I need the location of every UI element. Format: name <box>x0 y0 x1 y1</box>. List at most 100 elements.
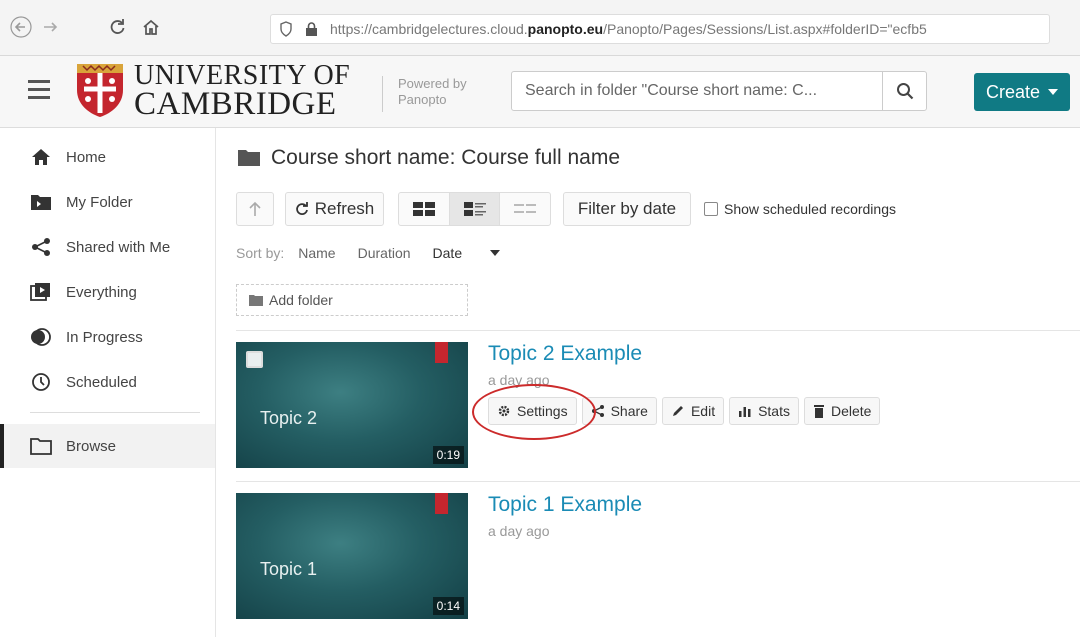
view-grid-button[interactable] <box>399 193 450 225</box>
sidebar-item-browse[interactable]: Browse <box>0 424 215 468</box>
header-divider <box>382 76 383 112</box>
sidebar-item-shared[interactable]: Shared with Me <box>0 225 215 269</box>
home-icon <box>30 146 52 168</box>
arrow-up-icon <box>249 201 261 216</box>
sort-date-label: Date <box>432 245 463 261</box>
sidebar-item-label: Shared with Me <box>66 238 171 256</box>
add-folder-icon <box>249 294 263 306</box>
select-checkbox[interactable] <box>246 351 263 368</box>
sidebar-item-label: In Progress <box>66 328 143 346</box>
session-thumbnail[interactable]: Topic 1 0:14 <box>236 493 468 619</box>
refresh-icon <box>295 202 308 215</box>
add-folder-button[interactable]: Add folder <box>236 284 468 316</box>
edit-button[interactable]: Edit <box>661 397 725 425</box>
session-thumbnail[interactable]: Topic 2 0:19 <box>236 342 468 468</box>
search-button[interactable] <box>882 72 926 110</box>
session-row: Topic 1 0:14 Topic 1 Example a day ago <box>236 493 1080 621</box>
list-view-icon <box>514 204 537 213</box>
filter-label: Filter by date <box>577 199 677 218</box>
pencil-icon <box>672 406 683 416</box>
powered-line2: Panopto <box>398 92 447 107</box>
session-date: a day ago <box>488 523 550 539</box>
view-toggle <box>398 192 551 226</box>
folder-icon <box>237 149 261 167</box>
grid-view-icon <box>412 202 435 216</box>
sort-bar: Sort by: Name Duration Date <box>236 245 544 261</box>
home-page-button[interactable] <box>138 14 164 40</box>
lock-icon <box>305 21 318 37</box>
show-scheduled-checkbox[interactable] <box>704 202 718 216</box>
university-logo[interactable]: UNIVERSITY OF CAMBRIDGE <box>74 61 350 122</box>
sort-name-link[interactable]: Name <box>298 245 335 261</box>
delete-button[interactable]: Delete <box>803 397 881 425</box>
sidebar-item-my-folder[interactable]: My Folder <box>0 180 215 224</box>
list-divider <box>236 481 1080 482</box>
sidebar: Home My Folder Shared with Me Everything… <box>0 128 216 637</box>
share-button[interactable]: Share <box>581 397 657 425</box>
bar-chart-icon <box>739 407 751 417</box>
stats-label: Stats <box>758 403 790 419</box>
sort-duration-link[interactable]: Duration <box>358 245 411 261</box>
session-title-link[interactable]: Topic 2 Example <box>488 342 642 366</box>
in-progress-icon <box>30 326 52 348</box>
sidebar-divider <box>30 412 200 413</box>
sidebar-item-label: Everything <box>66 283 137 301</box>
folder-title-text: Course short name: Course full name <box>271 146 620 169</box>
powered-line1: Powered by <box>398 76 467 91</box>
reload-button[interactable] <box>104 14 130 40</box>
stats-button[interactable]: Stats <box>729 397 799 425</box>
sidebar-item-scheduled[interactable]: Scheduled <box>0 360 215 404</box>
browser-toolbar: https://cambridgelectures.cloud. panopto.… <box>0 0 1080 56</box>
url-path: /Panopto/Pages/Sessions/List.aspx#folder… <box>603 21 927 37</box>
folder-outline-icon <box>30 435 52 457</box>
session-actions: Settings Share Edit Stats Delete <box>488 397 881 425</box>
forward-button[interactable] <box>38 14 64 40</box>
house-icon <box>143 19 159 35</box>
sort-label: Sort by: <box>236 245 285 261</box>
sidebar-item-label: Home <box>66 148 107 166</box>
back-button[interactable] <box>8 14 34 40</box>
menu-icon[interactable] <box>28 80 50 100</box>
create-button[interactable]: Create <box>974 73 1070 111</box>
filter-by-date-button[interactable]: Filter by date <box>563 192 691 226</box>
add-folder-label: Add folder <box>269 292 333 308</box>
duration-badge: 0:19 <box>432 446 464 464</box>
share-label: Share <box>610 403 648 419</box>
crest-icon <box>77 64 123 117</box>
session-row: Topic 2 0:19 Topic 2 Example a day ago S… <box>236 342 1080 470</box>
sidebar-item-home[interactable]: Home <box>0 135 215 179</box>
sort-date-link[interactable]: Date <box>433 245 523 261</box>
bookmark-icon <box>435 342 448 363</box>
refresh-button[interactable]: Refresh <box>285 192 384 226</box>
sidebar-item-in-progress[interactable]: In Progress <box>0 315 215 359</box>
chevron-down-icon <box>490 250 501 256</box>
edit-label: Edit <box>690 403 716 419</box>
thumbnail-title: Topic 1 <box>260 559 318 579</box>
logo-line2: CAMBRIDGE <box>134 86 337 122</box>
sidebar-item-label: Browse <box>66 437 117 455</box>
thumbnail-title: Topic 2 <box>260 408 318 428</box>
view-list-button[interactable] <box>500 193 550 225</box>
bookmark-icon <box>435 493 448 514</box>
gear-icon <box>498 405 510 417</box>
url-prefix: https://cambridgelectures.cloud. <box>330 21 528 37</box>
search-input[interactable] <box>512 72 884 110</box>
duration-badge: 0:14 <box>432 597 464 615</box>
address-bar[interactable]: https://cambridgelectures.cloud. panopto.… <box>270 14 1050 44</box>
trash-icon <box>813 405 824 418</box>
view-details-button[interactable] <box>449 193 501 225</box>
shield-icon <box>279 21 293 37</box>
list-divider <box>236 330 1080 331</box>
share-icon <box>30 236 52 258</box>
show-scheduled-toggle[interactable]: Show scheduled recordings <box>704 201 896 217</box>
settings-button[interactable]: Settings <box>488 397 577 425</box>
url-domain: panopto.eu <box>527 21 604 37</box>
clock-icon <box>30 371 52 393</box>
sidebar-item-everything[interactable]: Everything <box>0 270 215 314</box>
powered-by: Powered by Panopto <box>398 76 467 108</box>
app-header: UNIVERSITY OF CAMBRIDGE Powered by Panop… <box>0 56 1080 128</box>
settings-label: Settings <box>517 403 568 419</box>
folder-icon <box>30 191 52 213</box>
up-button[interactable] <box>236 192 274 226</box>
session-title-link[interactable]: Topic 1 Example <box>488 493 642 517</box>
